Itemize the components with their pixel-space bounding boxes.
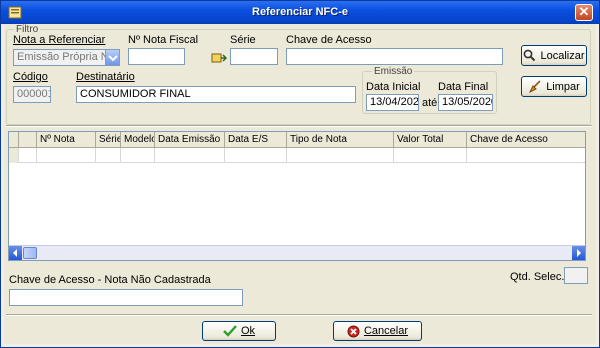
nota-referenciar-select[interactable]: Emissão Própria NFC-: [13, 49, 120, 66]
limpar-label: Limpar: [546, 80, 580, 93]
title-bar[interactable]: Referenciar NFC-e ✕: [1, 1, 599, 24]
col-serie[interactable]: Série: [96, 132, 121, 148]
horizontal-scrollbar[interactable]: [9, 245, 585, 260]
separator: [6, 314, 592, 316]
col-valor-total[interactable]: Valor Total: [394, 132, 467, 148]
data-final-input[interactable]: 13/05/2020: [438, 94, 493, 111]
scroll-thumb[interactable]: [23, 247, 37, 259]
codigo-label: Código: [13, 71, 48, 83]
chevron-down-icon[interactable]: [105, 50, 119, 65]
col-data-es[interactable]: Data E/S: [225, 132, 287, 148]
emissao-group-title: Emissão: [372, 66, 415, 77]
serie-label: Série: [230, 34, 256, 46]
data-final-label: Data Final: [438, 81, 489, 93]
separator: [6, 125, 592, 127]
destinatario-label: Destinatário: [76, 71, 135, 83]
cancelar-button[interactable]: Cancelar: [333, 321, 422, 341]
data-inicial-input[interactable]: 13/04/2020: [366, 94, 419, 111]
col-data-emissao[interactable]: Data Emissão: [155, 132, 225, 148]
nota-grid[interactable]: Nº Nota Série Modelo Data Emissão Data E…: [8, 131, 586, 261]
chave-acesso-label: Chave de Acesso: [286, 34, 372, 46]
close-button[interactable]: ✕: [575, 4, 593, 21]
window-title: Referenciar NFC-e: [252, 6, 348, 18]
table-row[interactable]: [9, 148, 585, 163]
codigo-input[interactable]: 000001: [13, 86, 51, 103]
broom-icon: [529, 80, 541, 93]
cancel-icon: [347, 325, 360, 337]
dialog-window: Referenciar NFC-e ✕ Filtro Nota a Refere…: [0, 0, 600, 348]
limpar-button[interactable]: Limpar: [521, 76, 587, 97]
scroll-left-arrow[interactable]: [9, 246, 22, 260]
nota-fiscal-input[interactable]: [128, 48, 185, 65]
col-modelo[interactable]: Modelo: [121, 132, 155, 148]
col-tipo-nota[interactable]: Tipo de Nota: [287, 132, 394, 148]
ate-label: até: [422, 97, 438, 109]
search-icon: [524, 49, 536, 62]
localizar-button[interactable]: Localizar: [521, 45, 587, 66]
chave-nao-cadastrada-input[interactable]: [9, 289, 243, 306]
check-icon: [223, 325, 237, 337]
scroll-right-arrow[interactable]: [572, 246, 585, 260]
chave-acesso-input[interactable]: [286, 48, 503, 65]
grid-header: Nº Nota Série Modelo Data Emissão Data E…: [9, 132, 585, 148]
grid-select-header: [19, 132, 37, 148]
data-inicial-label: Data Inicial: [366, 81, 421, 93]
nota-referenciar-label: Nota a Referenciar: [13, 34, 106, 46]
dialog-body: Filtro Nota a Referenciar Emissão Própri…: [4, 24, 596, 344]
nota-fiscal-label: Nº Nota Fiscal: [128, 34, 199, 46]
destinatario-input[interactable]: CONSUMIDOR FINAL: [76, 86, 356, 103]
ok-label: Ok: [240, 325, 256, 337]
grid-indicator-header: [9, 132, 19, 148]
cancelar-label: Cancelar: [363, 325, 409, 337]
col-chave-acesso[interactable]: Chave de Acesso: [467, 132, 585, 148]
col-n-nota[interactable]: Nº Nota: [37, 132, 96, 148]
qtd-selec-value: [564, 267, 588, 284]
qtd-selec-label: Qtd. Selec.: [510, 271, 565, 283]
lookup-icon[interactable]: [211, 52, 228, 67]
chave-nao-cadastrada-label: Chave de Acesso - Nota Não Cadastrada: [9, 274, 211, 286]
ok-button[interactable]: Ok: [202, 321, 276, 341]
localizar-label: Localizar: [540, 49, 585, 62]
serie-input[interactable]: [230, 48, 278, 65]
